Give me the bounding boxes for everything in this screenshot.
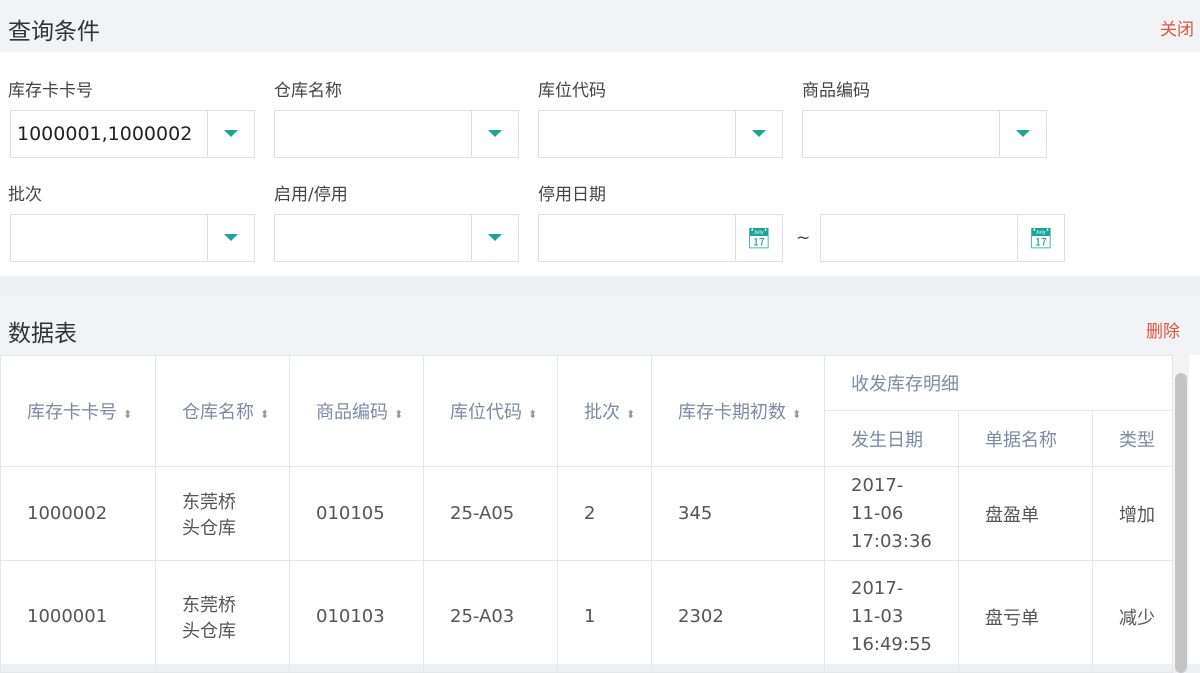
table-row[interactable]: 1000002 东莞桥头仓库 010105 25-A05 2 345 2017-11-06 …: [0, 466, 1173, 561]
sortable-header[interactable]: 仓库名称 ⬍: [155, 355, 290, 467]
sort-icon: ⬍: [394, 408, 404, 421]
cell: 盘亏单: [958, 560, 1093, 673]
sortable-header[interactable]: 批次 ⬍: [557, 355, 652, 467]
date-from-input[interactable]: 📅︎: [538, 214, 783, 262]
sort-icon: ⬍: [260, 408, 270, 421]
chevron-down-icon[interactable]: [207, 111, 254, 157]
chevron-down-icon[interactable]: [207, 215, 254, 261]
field-label: 启用/停用: [274, 185, 348, 205]
delete-link[interactable]: 删除: [1146, 317, 1180, 342]
card-number-select[interactable]: 1000001,1000002: [10, 110, 255, 158]
cell: 010103: [289, 560, 424, 673]
cell: 减少: [1092, 560, 1173, 673]
status-select[interactable]: [274, 214, 519, 262]
cell: 1000002: [0, 466, 156, 561]
subheader: 发生日期: [824, 410, 959, 467]
cell: 25-A05: [423, 466, 558, 561]
sort-icon: ⬍: [528, 408, 538, 421]
cell: 2017-11-06 17:03:36: [824, 466, 959, 561]
scrollbar-thumb[interactable]: [1175, 373, 1187, 673]
cell: 盘盈单: [958, 466, 1093, 561]
sortable-header[interactable]: 商品编码 ⬍: [289, 355, 424, 467]
field-label: 库位代码: [538, 81, 606, 101]
sort-icon: ⬍: [123, 408, 133, 421]
query-title: 查询条件: [8, 19, 100, 45]
field-label: 库存卡卡号: [8, 81, 93, 101]
cell: 1: [557, 560, 652, 673]
header-label: 库存卡卡号: [27, 402, 117, 423]
field-label: 停用日期: [538, 185, 606, 205]
cell: 增加: [1092, 466, 1173, 561]
scrollbar[interactable]: [1173, 355, 1189, 673]
header-label: 商品编码: [316, 402, 388, 423]
calendar-icon[interactable]: 📅︎: [1017, 215, 1064, 261]
subheader: 单据名称: [958, 410, 1093, 467]
data-header: 数据表 删除: [0, 296, 1200, 355]
header-label: 库位代码: [450, 402, 522, 423]
cell: 东莞桥头仓库: [155, 466, 290, 561]
cell: 2: [557, 466, 652, 561]
query-header: 查询条件 关闭: [0, 0, 1200, 52]
calendar-icon[interactable]: 📅︎: [735, 215, 782, 261]
cell: 1000001: [0, 560, 156, 673]
location-select[interactable]: [538, 110, 783, 158]
range-tilde: ~: [796, 228, 811, 248]
sortable-header[interactable]: 库存卡卡号 ⬍: [0, 355, 156, 467]
query-panel: 查询条件 关闭 库存卡卡号 仓库名称 库位代码 商品编码 1000001,100…: [0, 0, 1200, 276]
card-number-value: 1000001,1000002: [17, 123, 193, 145]
sort-icon: ⬍: [626, 408, 636, 421]
field-label: 批次: [8, 185, 42, 205]
field-label: 仓库名称: [274, 81, 342, 101]
chevron-down-icon[interactable]: [471, 111, 518, 157]
table-row[interactable]: 1000001 东莞桥头仓库 010103 25-A03 1 2302 2017-11-03…: [0, 560, 1173, 673]
data-table: 库存卡卡号 ⬍ 仓库名称 ⬍ 商品编码 ⬍ 库位代码 ⬍ 批次 ⬍ 库存卡期初数 ⬍ 收发库…: [0, 355, 1173, 673]
sortable-header[interactable]: 库存卡期初数 ⬍: [651, 355, 825, 467]
date-to-input[interactable]: 📅︎: [820, 214, 1065, 262]
header-label: 库存卡期初数: [678, 402, 786, 423]
cell: 010105: [289, 466, 424, 561]
group-header: 收发库存明细: [824, 355, 1173, 411]
sortable-header[interactable]: 库位代码 ⬍: [423, 355, 558, 467]
close-link[interactable]: 关闭: [1160, 15, 1194, 40]
warehouse-select[interactable]: [274, 110, 519, 158]
cell: 东莞桥头仓库: [155, 560, 290, 673]
chevron-down-icon[interactable]: [471, 215, 518, 261]
sort-icon: ⬍: [792, 408, 802, 421]
batch-select[interactable]: [10, 214, 255, 262]
header-label: 批次: [584, 402, 620, 423]
cell: 2302: [651, 560, 825, 673]
cell: 345: [651, 466, 825, 561]
chevron-down-icon[interactable]: [735, 111, 782, 157]
product-code-select[interactable]: [802, 110, 1047, 158]
subheader: 类型: [1092, 410, 1173, 467]
header-label: 仓库名称: [182, 402, 254, 423]
cell: 25-A03: [423, 560, 558, 673]
field-label: 商品编码: [802, 81, 870, 101]
chevron-down-icon[interactable]: [999, 111, 1046, 157]
cell: 2017-11-03 16:49:55: [824, 560, 959, 673]
data-title: 数据表: [8, 321, 77, 347]
